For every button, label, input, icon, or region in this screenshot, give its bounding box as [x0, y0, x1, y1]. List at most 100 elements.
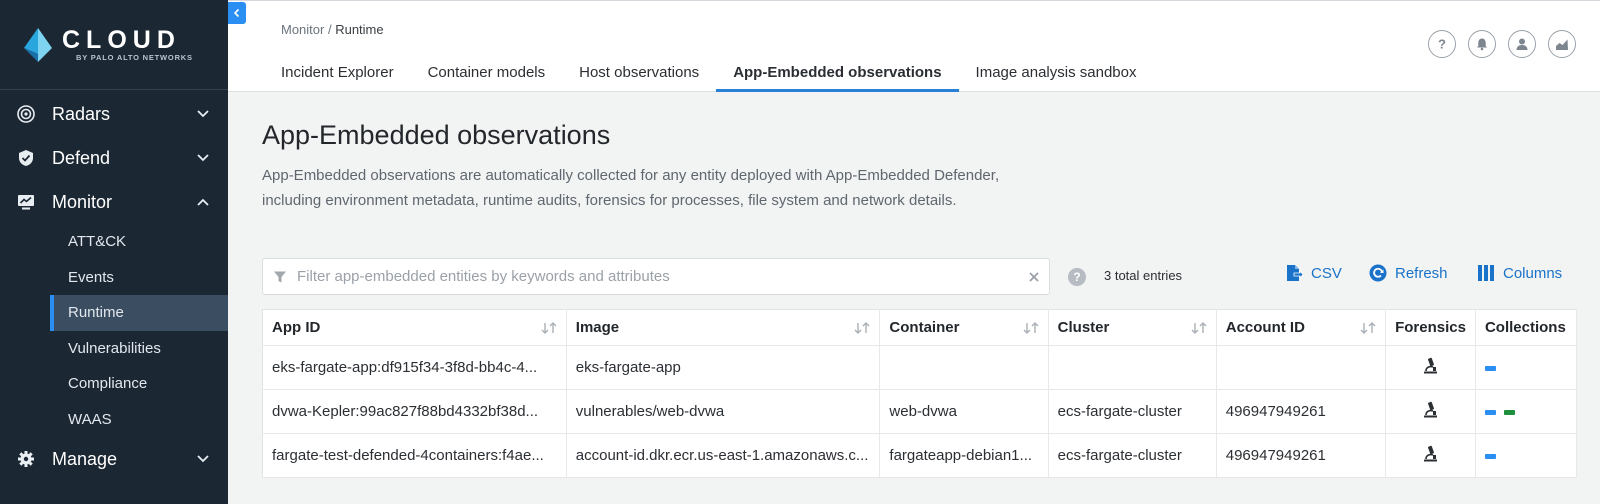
page-title: App-Embedded observations — [262, 120, 611, 150]
sidebar-group-manage[interactable]: Manage — [0, 437, 228, 481]
cell-account-id: 496947949261 — [1216, 433, 1387, 478]
chevron-down-icon — [197, 455, 209, 463]
shield-icon — [16, 148, 36, 168]
sort-icon[interactable] — [853, 321, 871, 335]
columns-label: Columns — [1503, 264, 1563, 282]
brand-logo[interactable]: CLOUD BY PALO ALTO NETWORKS — [0, 0, 228, 90]
cell-container: fargateapp-debian1... — [879, 433, 1049, 478]
column-header-image[interactable]: Image — [566, 309, 881, 346]
collection-badge[interactable] — [1503, 409, 1515, 415]
radar-icon — [16, 104, 36, 124]
tab-image-analysis-sandbox[interactable]: Image analysis sandbox — [959, 57, 1154, 92]
column-header-container[interactable]: Container — [879, 309, 1049, 346]
breadcrumb-separator: / — [324, 22, 336, 37]
column-header-account-id[interactable]: Account ID — [1216, 309, 1387, 346]
cell-image: account-id.dkr.ecr.us-east-1.amazonaws.c… — [566, 433, 881, 478]
cell-container — [879, 345, 1049, 390]
top-header: Monitor / Runtime Incident Explorer Cont… — [228, 0, 1600, 92]
cell-collections — [1475, 433, 1578, 478]
sidebar-group-label: Radars — [52, 103, 111, 124]
observations-table: App ID Image Container Cluster Account I… — [262, 309, 1578, 478]
prisma-logo-icon — [24, 27, 52, 62]
refresh-icon — [1369, 264, 1387, 282]
cell-cluster: ecs-fargate-cluster — [1048, 433, 1217, 478]
table-row[interactable]: dvwa-Kepler:99ac827f88bd4332bf38d... vul… — [262, 389, 1578, 434]
chart-icon[interactable] — [1548, 30, 1576, 58]
sidebar-group-label: Manage — [52, 448, 118, 469]
sort-icon[interactable] — [1022, 321, 1040, 335]
brand-subtitle: BY PALO ALTO NETWORKS — [76, 53, 193, 62]
cell-forensics — [1385, 389, 1476, 434]
cell-account-id: 496947949261 — [1216, 389, 1387, 434]
sidebar-group-monitor[interactable]: Monitor — [0, 180, 228, 224]
columns-icon — [1478, 265, 1494, 281]
collection-badge[interactable] — [1484, 453, 1496, 459]
table-row[interactable]: fargate-test-defended-4containers:f4ae..… — [262, 433, 1578, 478]
filter-help-icon[interactable]: ? — [1068, 268, 1086, 286]
cell-forensics — [1385, 433, 1476, 478]
sidebar-item-runtime[interactable]: Runtime — [50, 295, 228, 331]
sidebar-item-vulnerabilities[interactable]: Vulnerabilities — [0, 331, 228, 367]
sort-icon[interactable] — [1190, 321, 1208, 335]
tab-host-observations[interactable]: Host observations — [562, 57, 716, 92]
tab-app-embedded-observations[interactable]: App-Embedded observations — [716, 57, 959, 92]
breadcrumb: Monitor / Runtime — [281, 22, 384, 37]
cell-collections — [1475, 389, 1578, 434]
cell-app-id[interactable]: eks-fargate-app:df915f34-3f8d-bb4c-4... — [262, 345, 567, 390]
microscope-icon[interactable] — [1422, 401, 1440, 419]
microscope-icon[interactable] — [1422, 445, 1440, 463]
sort-icon[interactable] — [1359, 321, 1377, 335]
cell-account-id — [1216, 345, 1387, 390]
chevron-left-icon — [233, 8, 240, 18]
sidebar-item-compliance[interactable]: Compliance — [0, 366, 228, 402]
cell-collections — [1475, 345, 1578, 390]
refresh-button[interactable]: Refresh — [1369, 264, 1448, 282]
sidebar-collapse-button[interactable] — [228, 2, 246, 24]
filter-icon — [274, 271, 286, 282]
tab-bar: Incident Explorer Container models Host … — [264, 57, 1153, 92]
column-header-forensics: Forensics — [1385, 309, 1476, 346]
help-icon[interactable]: ? — [1428, 30, 1456, 58]
breadcrumb-current: Runtime — [335, 22, 384, 37]
sidebar-item-events[interactable]: Events — [0, 260, 228, 296]
chevron-up-icon — [197, 198, 209, 206]
breadcrumb-parent[interactable]: Monitor — [281, 22, 324, 37]
clear-filter-icon[interactable] — [1019, 269, 1049, 285]
cell-app-id[interactable]: dvwa-Kepler:99ac827f88bd4332bf38d... — [262, 389, 567, 434]
bell-icon[interactable] — [1468, 30, 1496, 58]
user-icon[interactable] — [1508, 30, 1536, 58]
microscope-icon[interactable] — [1422, 357, 1440, 375]
sort-icon[interactable] — [540, 321, 558, 335]
cell-cluster — [1048, 345, 1217, 390]
chevron-down-icon — [197, 154, 209, 162]
sidebar: CLOUD BY PALO ALTO NETWORKS Radars Defen… — [0, 0, 228, 504]
table-row[interactable]: eks-fargate-app:df915f34-3f8d-bb4c-4... … — [262, 345, 1578, 390]
collection-badge[interactable] — [1484, 409, 1496, 415]
sidebar-item-attack[interactable]: ATT&CK — [0, 224, 228, 260]
cell-app-id[interactable]: fargate-test-defended-4containers:f4ae..… — [262, 433, 567, 478]
gear-icon — [16, 449, 36, 469]
sidebar-group-defend[interactable]: Defend — [0, 136, 228, 180]
sidebar-group-radars[interactable]: Radars — [0, 92, 228, 136]
csv-label: CSV — [1311, 264, 1342, 282]
sidebar-item-waas[interactable]: WAAS — [0, 402, 228, 438]
tab-container-models[interactable]: Container models — [411, 57, 563, 92]
columns-button[interactable]: Columns — [1477, 264, 1562, 282]
filter-bar — [262, 258, 1050, 295]
header-icon-group: ? — [1428, 30, 1576, 58]
column-header-label: Cluster — [1057, 319, 1110, 336]
column-header-label: Account ID — [1225, 319, 1305, 336]
csv-button[interactable]: CSV — [1285, 264, 1342, 282]
page-description: App-Embedded observations are automatica… — [262, 163, 1062, 213]
filter-input[interactable] — [297, 268, 1019, 285]
monitor-icon — [16, 192, 36, 212]
svg-text:?: ? — [1438, 37, 1446, 51]
collection-badge[interactable] — [1484, 365, 1496, 371]
tab-incident-explorer[interactable]: Incident Explorer — [264, 57, 411, 92]
column-header-cluster[interactable]: Cluster — [1048, 309, 1217, 346]
cell-forensics — [1385, 345, 1476, 390]
sidebar-group-label: Monitor — [52, 191, 113, 212]
total-entries: 3 total entries — [1104, 268, 1183, 283]
column-header-app-id[interactable]: App ID — [262, 309, 567, 346]
sidebar-group-label: Defend — [52, 147, 111, 168]
